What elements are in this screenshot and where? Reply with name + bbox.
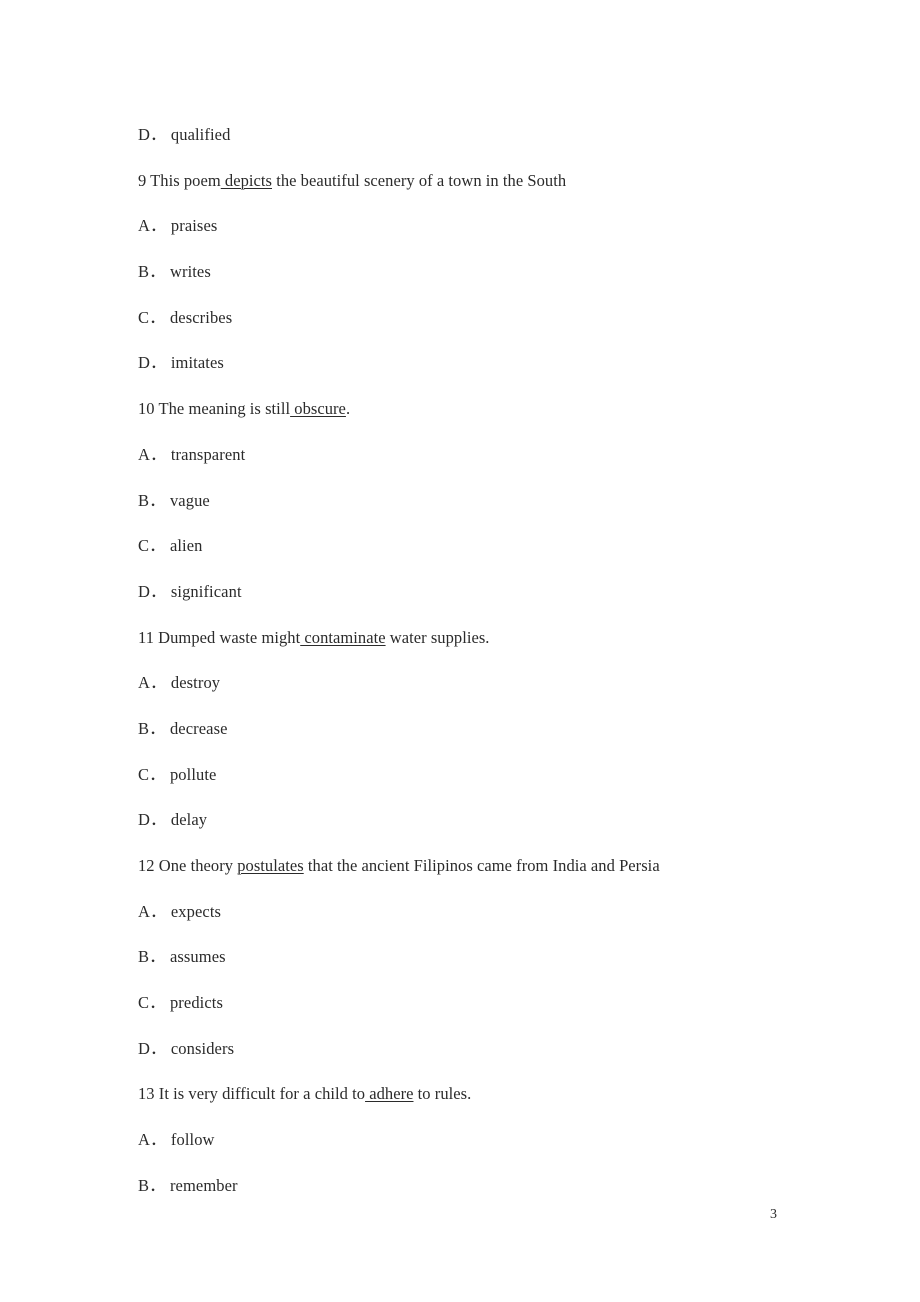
underlined-keyword: adhere: [365, 1084, 414, 1104]
answer-option: B． assumes: [138, 934, 838, 980]
option-text: imitates: [170, 353, 224, 373]
option-separator: ．: [150, 353, 167, 373]
option-text: decrease: [169, 718, 228, 738]
option-separator: ．: [150, 810, 167, 830]
option-text: expects: [170, 901, 222, 921]
option-letter: A: [138, 1130, 151, 1150]
answer-option: D． qualified: [138, 112, 838, 158]
answer-option: A． follow: [138, 1117, 838, 1163]
answer-option: D． considers: [138, 1026, 838, 1072]
option-text: assumes: [169, 947, 226, 967]
document-page: D． qualified 9 This poem depicts the beau…: [0, 0, 920, 1302]
option-text: praises: [170, 216, 218, 236]
option-separator: ．: [149, 1175, 166, 1195]
underlined-keyword: postulates: [237, 856, 304, 875]
answer-option: B． writes: [138, 249, 838, 295]
option-separator: ．: [150, 1130, 167, 1150]
option-letter: C: [138, 536, 150, 556]
question-line: 12 One theory postulates that the ancien…: [138, 843, 838, 889]
option-text: alien: [169, 536, 203, 556]
option-text: destroy: [170, 673, 221, 693]
question-line: 9 This poem depicts the beautiful scener…: [138, 158, 838, 204]
option-letter: A: [138, 901, 151, 921]
option-letter: D: [138, 810, 151, 830]
option-text: follow: [170, 1130, 215, 1150]
option-letter: D: [138, 581, 151, 601]
option-letter: D: [138, 353, 151, 373]
question-text-before: 9 This poem: [138, 170, 221, 190]
option-separator: ．: [149, 993, 166, 1013]
question-text-after: the beautiful scenery of a town in the S…: [272, 170, 567, 190]
question-line: 13 It is very difficult for a child to a…: [138, 1071, 838, 1117]
question-line: 10 The meaning is still obscure.: [138, 386, 838, 432]
option-text: vague: [169, 490, 210, 510]
option-text: considers: [170, 1038, 235, 1058]
answer-option: C． pollute: [138, 752, 838, 798]
answer-option: D． imitates: [138, 340, 838, 386]
answer-option: A． praises: [138, 203, 838, 249]
option-text: delay: [170, 810, 208, 830]
option-separator: ．: [150, 673, 167, 693]
option-separator: ．: [149, 490, 166, 510]
question-text-after: water supplies.: [385, 627, 490, 647]
option-separator: ．: [149, 718, 166, 738]
option-separator: ．: [149, 764, 166, 784]
option-separator: ．: [150, 901, 167, 921]
option-separator: ．: [149, 536, 166, 556]
option-separator: ．: [150, 581, 167, 601]
answer-option: A． transparent: [138, 432, 838, 478]
question-line: 11 Dumped waste might contaminate water …: [138, 615, 838, 661]
option-letter: D: [138, 1038, 151, 1058]
option-letter: A: [138, 444, 151, 464]
option-letter: B: [138, 1175, 150, 1195]
option-text: predicts: [169, 993, 223, 1013]
answer-option: C． predicts: [138, 980, 838, 1026]
option-separator: ．: [149, 307, 166, 327]
option-text: remember: [169, 1175, 238, 1195]
option-letter: B: [138, 947, 150, 967]
option-separator: ．: [149, 947, 166, 967]
option-separator: ．: [150, 444, 167, 464]
option-letter: C: [138, 764, 150, 784]
option-letter: C: [138, 993, 150, 1013]
answer-option: B． vague: [138, 478, 838, 524]
option-letter: B: [138, 718, 150, 738]
answer-option: A． destroy: [138, 660, 838, 706]
question-text-before: 10 The meaning is still: [138, 399, 291, 419]
option-letter: B: [138, 262, 150, 282]
question-text-before: 13 It is very difficult for a child to: [138, 1084, 366, 1104]
question-text-before: 11 Dumped waste might: [138, 627, 301, 647]
option-text: qualified: [170, 125, 231, 144]
document-body: D． qualified 9 This poem depicts the beau…: [138, 112, 838, 1209]
option-letter: C: [138, 307, 150, 327]
option-text: writes: [169, 262, 211, 282]
option-text: significant: [170, 581, 242, 601]
option-separator: ．: [150, 125, 167, 144]
page-number: 3: [770, 1207, 777, 1222]
option-text: describes: [169, 307, 233, 327]
answer-option: D． significant: [138, 569, 838, 615]
option-letter: A: [138, 673, 151, 693]
answer-option: D． delay: [138, 797, 838, 843]
answer-option: A． expects: [138, 889, 838, 935]
question-text-after: that the ancient Filipinos came from Ind…: [303, 856, 660, 875]
underlined-keyword: contaminate: [300, 627, 386, 647]
underlined-keyword: obscure: [290, 399, 346, 419]
option-text: transparent: [170, 444, 246, 464]
option-separator: ．: [150, 216, 167, 236]
option-separator: ．: [149, 262, 166, 282]
question-text-after: to rules.: [413, 1084, 472, 1104]
option-letter: A: [138, 216, 151, 236]
option-text: pollute: [169, 764, 217, 784]
answer-option: B． remember: [138, 1163, 838, 1209]
answer-option: B． decrease: [138, 706, 838, 752]
question-text-before: 12 One theory: [138, 856, 238, 875]
underlined-keyword: depicts: [220, 170, 273, 190]
option-separator: ．: [150, 1038, 167, 1058]
option-letter: D: [138, 125, 151, 144]
answer-option: C． alien: [138, 523, 838, 569]
question-text-after: .: [345, 399, 351, 419]
option-letter: B: [138, 490, 150, 510]
answer-option: C． describes: [138, 295, 838, 341]
